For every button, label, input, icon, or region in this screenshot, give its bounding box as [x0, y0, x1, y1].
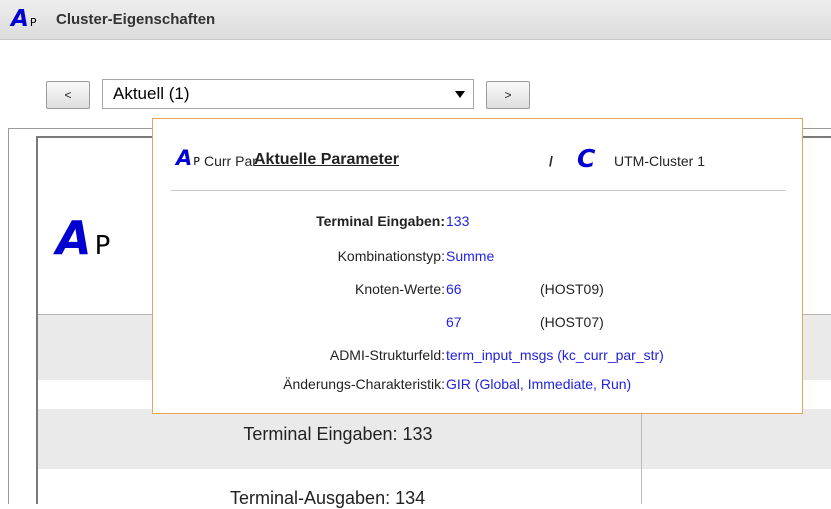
parameter-logo-icon: AP	[56, 211, 111, 265]
label-aenderungs-charakteristik: Änderungs-Charakteristik:	[283, 376, 445, 392]
value-kombinationstyp: Summe	[446, 248, 495, 264]
next-button[interactable]: >	[486, 81, 530, 109]
label-admi-strukturfeld: ADMI-Strukturfeld:	[329, 347, 445, 363]
parameter-logo-icon: AP	[176, 146, 200, 170]
host-knoten-1: (HOST09)	[540, 281, 604, 297]
host-knoten-2: (HOST07)	[540, 314, 604, 330]
app-logo-icon: AP	[11, 6, 37, 32]
cluster-icon: C	[577, 144, 596, 173]
label-terminal-eingaben: Terminal Eingaben:	[316, 213, 445, 229]
window-title: Cluster-Eigenschaften	[56, 11, 216, 28]
value-aenderungs-charakteristik: GIR (Global, Immediate, Run)	[446, 376, 632, 392]
tooltip-divider	[171, 190, 786, 191]
prev-button[interactable]: <	[46, 81, 90, 109]
window-titlebar: AP Cluster-Eigenschaften	[0, 0, 831, 40]
parameter-short-name: Curr Par	[204, 153, 257, 169]
parameter-tooltip: AP Curr Par Aktuelle Parameter / C UTM-C…	[152, 118, 803, 414]
label-kombinationstyp: Kombinationstyp:	[337, 248, 445, 264]
value-admi-strukturfeld: term_input_msgs (kc_curr_par_str)	[446, 347, 664, 363]
parameter-link[interactable]: Aktuelle Parameter	[254, 151, 399, 169]
cluster-name: UTM-Cluster 1	[614, 153, 706, 169]
row-label: Terminal Eingaben:	[243, 424, 398, 444]
partial-row-text: Terminal-Ausgaben: 134	[230, 488, 426, 508]
path-separator: /	[549, 153, 553, 169]
version-select-value: Aktuell (1)	[113, 84, 190, 103]
chevron-down-icon[interactable]	[455, 91, 465, 98]
value-terminal-eingaben: 133	[446, 213, 470, 229]
row-value: 133	[402, 424, 433, 444]
version-select[interactable]: Aktuell (1)	[102, 79, 474, 109]
label-knoten-werte: Knoten-Werte:	[354, 281, 445, 297]
value-knoten-2: 67	[446, 314, 462, 330]
terminal-eingaben-row: Terminal Eingaben: 133	[38, 424, 638, 445]
value-knoten-1: 66	[446, 281, 462, 297]
